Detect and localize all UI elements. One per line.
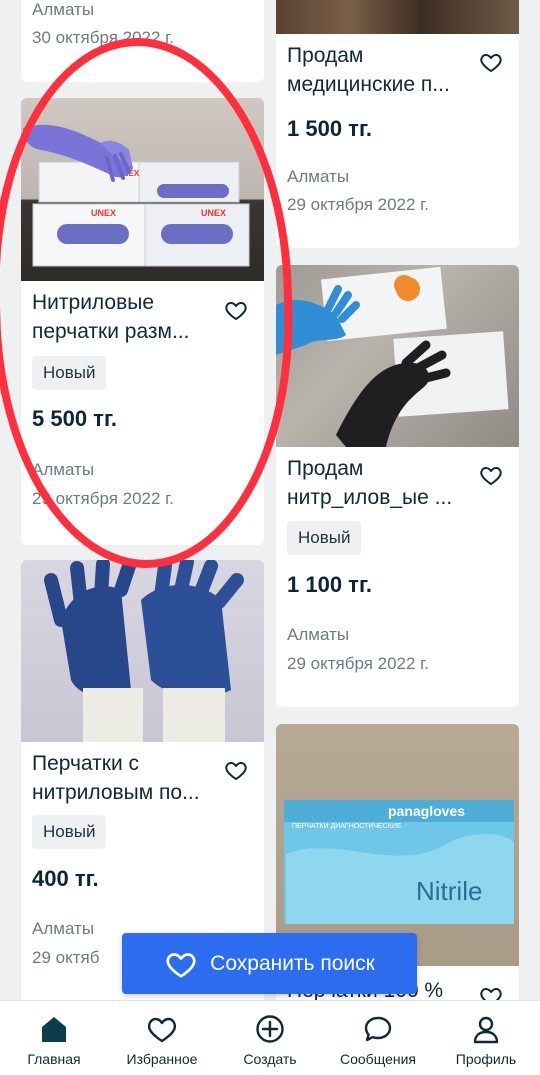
heart-outline-icon [166, 952, 196, 978]
svg-text:ПЕРЧАТКИ ДИАГНОСТИЧЕСКИЕ: ПЕРЧАТКИ ДИАГНОСТИЧЕСКИЕ [292, 823, 402, 830]
svg-text:Nitrile: Nitrile [416, 876, 482, 906]
favorite-heart-icon[interactable] [224, 298, 248, 322]
work-gloves-image [44, 560, 244, 742]
listing-title: Продам нитр_илов_ые ... [287, 457, 453, 509]
listing-photo [276, 0, 519, 34]
condition-badge: Новый [32, 815, 107, 849]
listing-city: Алматы [32, 919, 95, 938]
bottom-tab-bar: Главная Избранное Создать Сообщения Проф… [0, 1000, 540, 1075]
favorite-heart-icon[interactable] [224, 758, 248, 782]
favorite-heart-icon[interactable] [479, 463, 503, 487]
listing-photo [21, 560, 264, 742]
listing-card[interactable]: UNEX UNEX UNEX Нитриловые перчатки разм.… [21, 98, 264, 545]
listing-price: 1 100 тг. [287, 572, 373, 597]
svg-text:UNEX: UNEX [201, 208, 226, 218]
listing-title: Нитриловые перчатки разм... [32, 291, 190, 343]
save-search-button[interactable]: Сохранить поиск [122, 933, 417, 994]
heart-icon [148, 1017, 176, 1043]
listing-price: 5 500 тг. [32, 406, 118, 431]
listing-city: Алматы [287, 625, 350, 644]
condition-badge: Новый [32, 356, 107, 390]
listing-date: 29 октября 2022 г. [287, 654, 430, 673]
home-icon [42, 1017, 66, 1042]
tab-label: Создать [243, 1051, 297, 1067]
listing-date: 30 октября 2022 г. [32, 28, 175, 47]
tab-create[interactable]: Создать [216, 1001, 324, 1075]
listing-price: 1 500 тг. [287, 116, 373, 141]
tab-favorites[interactable]: Избранное [108, 1001, 216, 1075]
listing-price: 400 тг. [32, 866, 99, 891]
listing-card[interactable]: Продам медицинские п... 1 500 тг. Алматы… [276, 0, 519, 248]
listing-title: Продам медицинские п... [287, 44, 450, 96]
listing-city: Алматы [32, 460, 95, 479]
svg-text:UNEX: UNEX [91, 208, 116, 218]
tab-label: Профиль [455, 1051, 517, 1067]
svg-text:panagloves: panagloves [388, 803, 465, 819]
gloves-boxes-image: UNEX UNEX UNEX [23, 124, 250, 267]
chat-bubble-icon [364, 1016, 392, 1042]
listing-city: Алматы [287, 167, 350, 186]
listing-photo: UNEX UNEX UNEX [21, 98, 264, 281]
person-icon [473, 1016, 499, 1044]
tab-label: Избранное [126, 1051, 198, 1067]
listing-date: 29 октяб [32, 948, 100, 967]
favorite-heart-icon[interactable] [479, 50, 503, 74]
condition-badge: Новый [287, 521, 362, 555]
listing-photo [276, 265, 519, 447]
tab-label: Сообщения [340, 1051, 416, 1067]
gloves-product-image [276, 266, 509, 447]
tab-profile[interactable]: Профиль [432, 1001, 540, 1075]
listing-city: Алматы [32, 0, 95, 19]
listing-card[interactable]: Алматы 30 октября 2022 г. [21, 0, 264, 82]
nitrile-box-image: panagloves ПЕРЧАТКИ ДИАГНОСТИЧЕСКИЕ Nitr… [284, 800, 514, 924]
tab-label: Главная [27, 1051, 81, 1067]
listing-date: 29 октября 2022 г. [32, 489, 175, 508]
listing-photo: panagloves ПЕРЧАТКИ ДИАГНОСТИЧЕСКИЕ Nitr… [276, 724, 519, 966]
listing-date: 29 октября 2022 г. [287, 195, 430, 214]
tab-home[interactable]: Главная [0, 1001, 108, 1075]
plus-circle-icon [256, 1015, 284, 1043]
save-search-label: Сохранить поиск [210, 951, 375, 975]
listing-card[interactable]: Продам нитр_илов_ые ... Новый 1 100 тг. … [276, 265, 519, 707]
listing-title: Перчатки с нитриловым по... [32, 752, 200, 804]
tab-messages[interactable]: Сообщения [324, 1001, 432, 1075]
